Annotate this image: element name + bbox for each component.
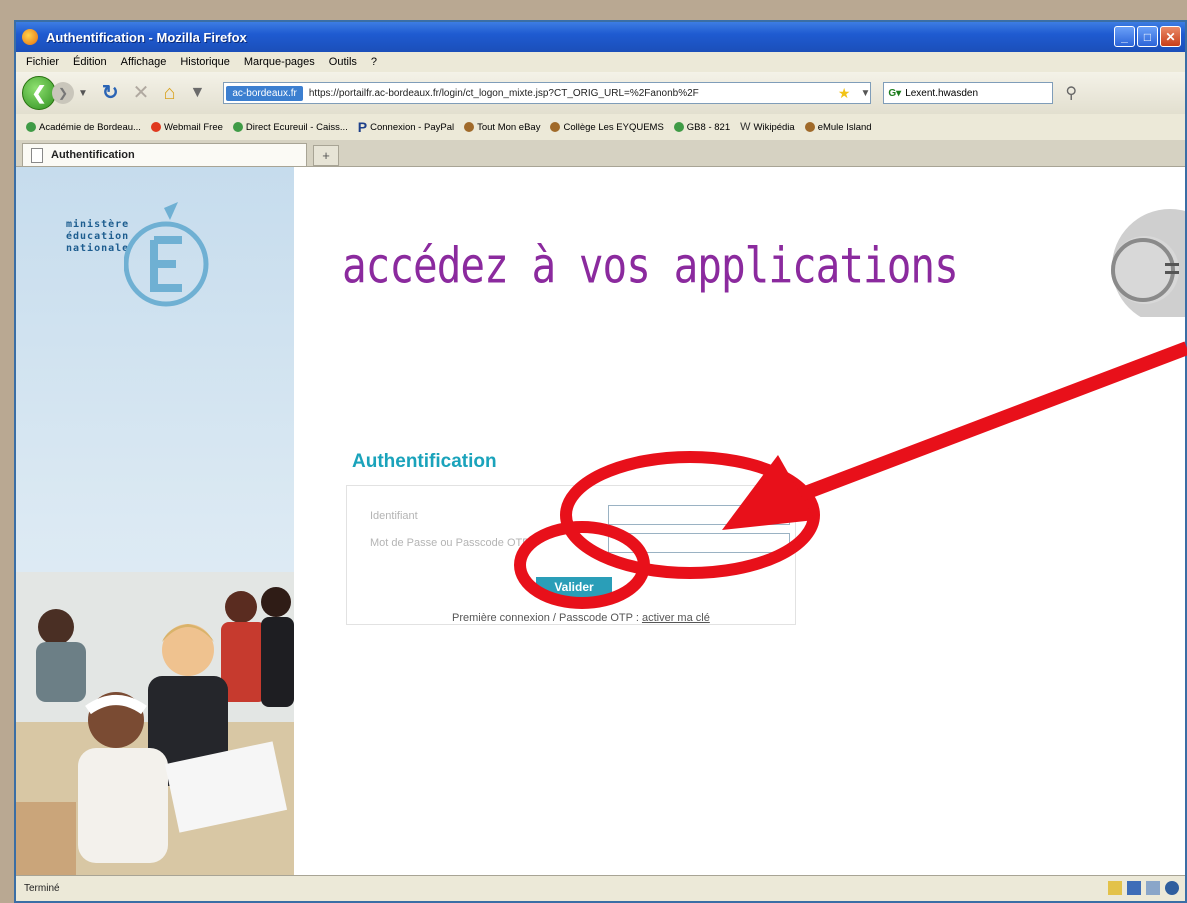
back-button[interactable]: ❮ xyxy=(22,76,56,110)
bookmark-item[interactable]: P Connexion - PayPal xyxy=(358,119,454,135)
download-icon[interactable] xyxy=(1146,881,1160,895)
menu-affichage[interactable]: Affichage xyxy=(121,56,167,68)
students-photo xyxy=(16,572,294,876)
maximize-button[interactable]: □ xyxy=(1137,26,1158,47)
first-connection-text: Première connexion / Passcode OTP : xyxy=(452,612,639,624)
bookmark-label: Webmail Free xyxy=(163,121,223,133)
bookmark-label: Tout Mon eBay xyxy=(477,121,541,133)
window-title: Authentification - Mozilla Firefox xyxy=(46,29,247,45)
search-bar[interactable]: G▾ Lexent.hwasden xyxy=(883,82,1054,104)
firefox-icon xyxy=(22,29,38,45)
search-engine-icon[interactable]: G▾ xyxy=(888,88,901,99)
minimize-button[interactable]: _ xyxy=(1114,26,1135,47)
bookmark-item[interactable]: GB8 - 821 xyxy=(673,121,731,133)
password-input[interactable] xyxy=(608,533,790,553)
stop-icon[interactable]: ✕ xyxy=(133,83,150,103)
url-dropdown-icon[interactable]: ▼ xyxy=(860,88,870,99)
bookmark-label: Collège Les EYQUEMS xyxy=(563,121,664,133)
close-button[interactable]: ✕ xyxy=(1160,26,1181,47)
title-bar[interactable]: Authentification - Mozilla Firefox _ □ ✕ xyxy=(16,22,1185,52)
globe-icon xyxy=(26,122,36,132)
identifier-input[interactable] xyxy=(608,505,790,525)
page-icon xyxy=(31,147,43,163)
globe-icon xyxy=(673,122,684,132)
navigation-toolbar: ❮ ❯ ▼ ↻ ✕ ⌂ ▼ ac-bordeaux.fr https://por… xyxy=(16,72,1185,114)
bookmark-icon[interactable]: ▼ xyxy=(190,85,206,101)
menu-help[interactable]: ? xyxy=(371,56,377,68)
reload-icon[interactable]: ↻ xyxy=(102,83,119,103)
free-icon xyxy=(150,122,161,132)
bookmark-item[interactable]: eMule Island xyxy=(804,121,872,133)
bookmark-label: Connexion - PayPal xyxy=(370,121,455,133)
logo-line: ministère xyxy=(66,219,130,230)
validate-button[interactable]: Valider xyxy=(536,577,612,597)
menu-historique[interactable]: Historique xyxy=(180,56,230,68)
key-icon xyxy=(1111,209,1185,317)
logo-line: nationale xyxy=(66,243,130,254)
page-heading: accédez à vos applications xyxy=(342,237,959,295)
forward-button[interactable]: ❯ xyxy=(52,82,74,104)
bookmark-item[interactable]: Académie de Bordeau... xyxy=(26,122,141,133)
menu-edition[interactable]: Édition xyxy=(73,56,107,68)
ebay-icon xyxy=(550,122,561,132)
bookmark-label: Direct Ecureuil - Caiss... xyxy=(245,121,348,133)
bookmark-item[interactable]: Tout Mon eBay xyxy=(464,122,540,133)
bookmark-item[interactable]: Collège Les EYQUEMS xyxy=(550,121,664,133)
status-bar: Terminé xyxy=(16,875,1185,901)
site-identity-badge[interactable]: ac-bordeaux.fr xyxy=(226,85,303,101)
star-icon[interactable]: ★ xyxy=(838,85,851,102)
ebay-icon xyxy=(464,122,475,132)
globe-icon xyxy=(232,122,243,132)
activate-key-link[interactable]: activer ma clé xyxy=(642,612,710,624)
menu-outils[interactable]: Outils xyxy=(329,56,357,68)
lock-icon[interactable] xyxy=(1108,881,1122,895)
tab-bar: Authentification + xyxy=(16,140,1185,167)
wikipedia-icon: W xyxy=(740,121,751,133)
addon-icon[interactable] xyxy=(1127,881,1141,895)
search-icon[interactable]: ⚲ xyxy=(1065,83,1077,103)
bookmark-item[interactable]: W Wikipédia xyxy=(740,121,795,133)
identifier-label: Identifiant xyxy=(370,510,418,522)
search-text[interactable]: Lexent.hwasden xyxy=(905,88,978,99)
emule-icon xyxy=(804,122,815,132)
bookmark-label: eMule Island xyxy=(817,121,872,133)
history-dropdown-icon[interactable]: ▼ xyxy=(78,88,88,99)
globe-icon[interactable] xyxy=(1165,881,1179,895)
tab-label: Authentification xyxy=(51,149,135,161)
status-tray xyxy=(1108,881,1179,895)
bookmark-item[interactable]: Direct Ecureuil - Caiss... xyxy=(232,121,348,133)
bookmark-label: Wikipédia xyxy=(753,121,795,133)
tab-authentification[interactable]: Authentification xyxy=(22,143,307,166)
paypal-icon: P xyxy=(357,119,368,135)
ministry-logo-text: ministère éducation nationale xyxy=(66,219,129,255)
left-sidebar: ministère éducation nationale xyxy=(16,167,294,876)
address-bar[interactable]: ac-bordeaux.fr https://portailfr.ac-bord… xyxy=(223,82,872,104)
first-connection-line: Première connexion / Passcode OTP : acti… xyxy=(452,612,710,624)
menu-fichier[interactable]: Fichier xyxy=(26,56,59,68)
menu-marque-pages[interactable]: Marque-pages xyxy=(244,56,315,68)
password-label: Mot de Passe ou Passcode OTP xyxy=(370,537,530,549)
browser-window: Authentification - Mozilla Firefox _ □ ✕… xyxy=(14,20,1187,903)
bookmark-item[interactable]: Webmail Free xyxy=(150,121,223,133)
bookmark-label: GB8 - 821 xyxy=(686,121,731,133)
ministry-e-logo xyxy=(124,202,209,307)
new-tab-button[interactable]: + xyxy=(313,145,339,166)
home-icon[interactable]: ⌂ xyxy=(163,83,175,103)
page-content: ministère éducation nationale accédez à … xyxy=(16,167,1185,876)
menu-bar: Fichier Édition Affichage Historique Mar… xyxy=(16,52,1185,72)
bookmark-label: Académie de Bordeau... xyxy=(39,121,141,133)
logo-line: éducation xyxy=(66,231,130,242)
url-text[interactable]: https://portailfr.ac-bordeaux.fr/login/c… xyxy=(309,88,832,99)
window-controls: _ □ ✕ xyxy=(1114,26,1181,47)
bookmarks-toolbar: Académie de Bordeau... Webmail Free Dire… xyxy=(16,114,1185,140)
status-text: Terminé xyxy=(24,883,60,894)
auth-title: Authentification xyxy=(352,451,497,472)
